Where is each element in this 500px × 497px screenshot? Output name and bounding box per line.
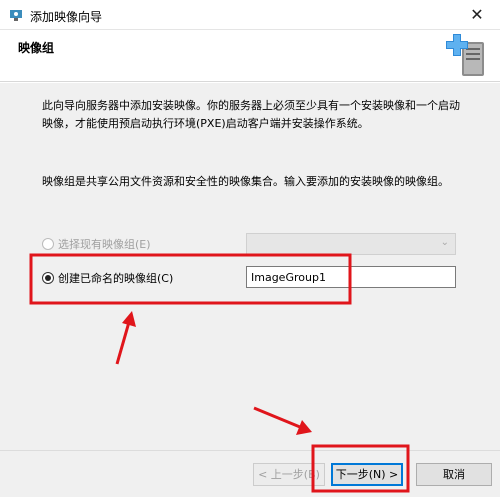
new-group-radio[interactable] — [42, 272, 54, 284]
server-add-icon — [446, 34, 484, 76]
title-bar: 添加映像向导 ✕ — [0, 0, 500, 30]
page-title: 映像组 — [18, 41, 55, 55]
new-group-option[interactable]: 创建已命名的映像组(C) — [42, 270, 173, 286]
chevron-down-icon: ⌄ — [440, 237, 449, 248]
existing-group-select[interactable]: ⌄ — [246, 233, 456, 255]
cancel-button[interactable]: 取消 — [416, 463, 492, 486]
wizard-content: 此向导向服务器中添加安装映像。你的服务器上必须至少具有一个安装映像和一个启动映像… — [0, 83, 500, 450]
close-icon: ✕ — [470, 5, 484, 24]
group-description: 映像组是共享公用文件资源和安全性的映像集合。输入要添加的安装映像的映像组。 — [42, 175, 449, 188]
new-group-label: 创建已命名的映像组(C) — [58, 272, 174, 285]
existing-group-radio[interactable] — [42, 238, 54, 250]
image-group-name-input[interactable] — [246, 266, 456, 288]
existing-group-label: 选择现有映像组(E) — [58, 238, 151, 251]
close-button[interactable]: ✕ — [454, 0, 500, 30]
wizard-description: 此向导向服务器中添加安装映像。你的服务器上必须至少具有一个安装映像和一个启动映像… — [42, 99, 460, 130]
wizard-footer: < 上一步(B) 下一步(N) > 取消 — [0, 450, 500, 497]
wizard-app-icon — [10, 10, 22, 21]
next-button[interactable]: 下一步(N) > — [331, 463, 403, 486]
wizard-header: 映像组 — [0, 30, 500, 82]
back-button[interactable]: < 上一步(B) — [253, 463, 325, 486]
existing-group-option[interactable]: 选择现有映像组(E) — [42, 236, 151, 252]
window-title: 添加映像向导 — [30, 10, 103, 24]
